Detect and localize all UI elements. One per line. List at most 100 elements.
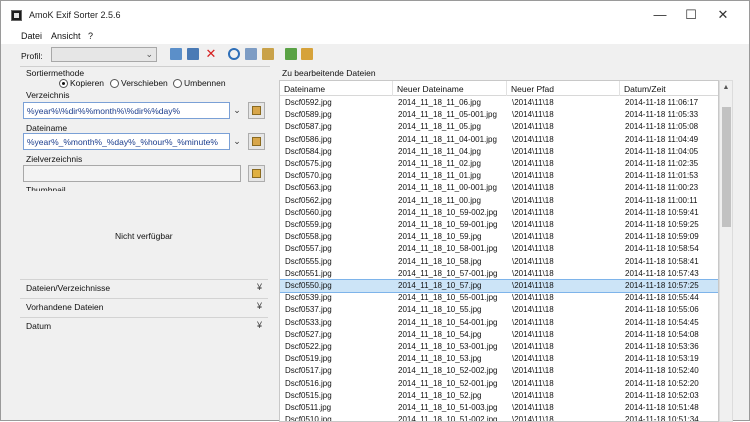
radio-kopieren[interactable]: Kopieren [59, 78, 104, 88]
table-row[interactable]: Dscf0584.jpg 2014_11_18_11_04.jpg \2014\11… [280, 146, 718, 158]
radio-umbennen[interactable]: Umbennen [173, 78, 226, 88]
collapse-existing-files[interactable]: Vorhandene Dateien ¥ [20, 298, 268, 314]
cell-filename: Dscf0575.jpg [285, 159, 332, 168]
table-scrollbar[interactable]: ▲ [719, 80, 733, 422]
cell-new-path: \2014\11\18 [512, 256, 554, 266]
cell-filename: Dscf0551.jpg [285, 268, 332, 278]
table-row[interactable]: Dscf0533.jpg 2014_11_18_10_54-001.jpg \201… [280, 317, 718, 329]
cell-new-filename: 2014_11_18_11_00.jpg [398, 195, 481, 205]
maximize-button[interactable]: ☐ [676, 6, 706, 24]
browse-folder-button[interactable] [248, 165, 265, 182]
table-row[interactable]: Dscf0558.jpg 2014_11_18_10_59.jpg \2014\11… [280, 231, 718, 243]
file-table: Dateiname Neuer Dateiname Neuer Pfad Dat… [279, 80, 719, 422]
directory-input[interactable]: %year%\%dir%%month%\%dir%%day% [23, 102, 230, 119]
cell-new-filename: 2014_11_18_10_54-001.jpg [398, 317, 498, 327]
filename-input[interactable]: %year%_%month%_%day%_%hour%_%minute% [23, 133, 230, 150]
menu-datei[interactable]: Datei [21, 31, 42, 41]
filename-label: Dateiname [26, 123, 68, 133]
folder-view-icon[interactable] [262, 48, 274, 60]
thumbnail-area: Nicht verfügbar [20, 191, 268, 279]
target-input[interactable] [23, 165, 241, 182]
table-row[interactable]: Dscf0537.jpg 2014_11_18_10_55.jpg \2014\11… [280, 304, 718, 316]
scroll-thumb[interactable] [722, 107, 731, 227]
table-row[interactable]: Dscf0516.jpg 2014_11_18_10_52-001.jpg \201… [280, 378, 718, 390]
collapse-files-dirs[interactable]: Dateien/Verzeichnisse ¥ [20, 279, 268, 295]
cell-new-filename: 2014_11_18_10_59-001.jpg [398, 220, 498, 229]
refresh-icon[interactable] [228, 48, 240, 60]
cell-datetime: 2014-11-18 10:54:45 [625, 317, 699, 327]
table-row[interactable]: Dscf0589.jpg 2014_11_18_11_05-001.jpg \201… [280, 109, 718, 121]
table-row[interactable]: Dscf0559.jpg 2014_11_18_10_59-001.jpg \201… [280, 219, 718, 231]
table-row[interactable]: Dscf0563.jpg 2014_11_18_11_00-001.jpg \201… [280, 182, 718, 194]
column-header-new-path[interactable]: Neuer Pfad [507, 81, 620, 96]
cell-new-filename: 2014_11_18_10_52.jpg [398, 390, 482, 400]
table-row[interactable]: Dscf0592.jpg 2014_11_18_11_06.jpg \2014\11… [280, 97, 718, 109]
cell-new-path: \2014\11\18 [512, 268, 554, 278]
table-row[interactable]: Dscf0586.jpg 2014_11_18_11_04-001.jpg \201… [280, 134, 718, 146]
open-folder-icon[interactable] [301, 48, 313, 60]
cell-new-path: \2014\11\18 [512, 281, 554, 290]
cell-filename: Dscf0584.jpg [285, 146, 332, 156]
cell-new-filename: 2014_11_18_11_00-001.jpg [398, 183, 497, 193]
delete-profile-icon[interactable]: ✕ [205, 47, 217, 60]
close-button[interactable]: ✕ [708, 6, 738, 24]
table-row[interactable]: Dscf0519.jpg 2014_11_18_10_53.jpg \2014\11… [280, 353, 718, 365]
profile-select[interactable]: ⌄ [51, 47, 157, 62]
filename-insert-button[interactable] [248, 133, 265, 150]
minimize-button[interactable]: — [645, 6, 675, 24]
cell-filename: Dscf0586.jpg [285, 134, 332, 144]
start-sort-icon[interactable] [285, 48, 297, 60]
table-row[interactable]: Dscf0527.jpg 2014_11_18_10_54.jpg \2014\11… [280, 329, 718, 341]
radio-verschieben[interactable]: Verschieben [110, 78, 168, 88]
cell-datetime: 2014-11-18 10:52:40 [625, 366, 699, 376]
table-row[interactable]: Dscf0539.jpg 2014_11_18_10_55-001.jpg \201… [280, 292, 718, 304]
title-bar: AmoK Exif Sorter 2.5.6 — ☐ ✕ [1, 1, 749, 29]
cell-datetime: 2014-11-18 11:00:11 [625, 195, 698, 205]
menu-help[interactable]: ? [88, 31, 93, 41]
cell-datetime: 2014-11-18 10:58:41 [625, 256, 699, 266]
column-header-new-filename[interactable]: Neuer Dateiname [393, 81, 507, 96]
cell-datetime: 2014-11-18 11:05:33 [625, 110, 699, 120]
table-row[interactable]: Dscf0562.jpg 2014_11_18_11_00.jpg \2014\11… [280, 195, 718, 207]
directory-insert-button[interactable] [248, 102, 265, 119]
cell-filename: Dscf0527.jpg [285, 329, 332, 339]
menu-ansicht[interactable]: Ansicht [51, 31, 81, 41]
column-header-filename[interactable]: Dateiname [280, 81, 393, 96]
table-row[interactable]: Dscf0550.jpg 2014_11_18_10_57.jpg \2014\11… [280, 279, 718, 293]
cell-datetime: 2014-11-18 10:57:43 [625, 268, 699, 278]
table-row[interactable]: Dscf0555.jpg 2014_11_18_10_58.jpg \2014\11… [280, 256, 718, 268]
chevron-down-icon: ⌄ [145, 49, 153, 59]
preview-icon[interactable] [245, 48, 257, 60]
table-row[interactable]: Dscf0517.jpg 2014_11_18_10_52-002.jpg \201… [280, 365, 718, 377]
table-row[interactable]: Dscf0511.jpg 2014_11_18_10_51-003.jpg \201… [280, 402, 718, 414]
scroll-up-icon[interactable]: ▲ [720, 81, 732, 95]
cell-datetime: 2014-11-18 10:54:08 [625, 329, 699, 339]
table-row[interactable]: Dscf0575.jpg 2014_11_18_11_02.jpg \2014\11… [280, 158, 718, 170]
table-row[interactable]: Dscf0560.jpg 2014_11_18_10_59-002.jpg \201… [280, 207, 718, 219]
table-row[interactable]: Dscf0551.jpg 2014_11_18_10_57-001.jpg \201… [280, 268, 718, 280]
collapse-date[interactable]: Datum ¥ [20, 317, 268, 333]
cell-datetime: 2014-11-18 10:59:25 [625, 220, 699, 229]
save-profile-icon[interactable] [170, 48, 182, 60]
cell-new-path: \2014\11\18 [512, 403, 554, 412]
filename-dropdown-icon[interactable]: ⌄ [230, 133, 244, 150]
cell-datetime: 2014-11-18 11:00:23 [625, 183, 699, 193]
table-row[interactable]: Dscf0515.jpg 2014_11_18_10_52.jpg \2014\11… [280, 390, 718, 402]
cell-filename: Dscf0519.jpg [285, 354, 332, 364]
cell-new-filename: 2014_11_18_10_59.jpg [398, 232, 482, 242]
cell-datetime: 2014-11-18 10:55:06 [625, 305, 699, 315]
cell-filename: Dscf0517.jpg [285, 366, 332, 376]
column-header-datetime[interactable]: Datum/Zeit [620, 81, 718, 96]
cell-new-path: \2014\11\18 [512, 122, 554, 132]
cell-new-filename: 2014_11_18_10_54.jpg [398, 329, 482, 339]
table-row[interactable]: Dscf0570.jpg 2014_11_18_11_01.jpg \2014\11… [280, 170, 718, 182]
table-row[interactable]: Dscf0587.jpg 2014_11_18_11_05.jpg \2014\11… [280, 121, 718, 133]
table-row[interactable]: Dscf0522.jpg 2014_11_18_10_53-001.jpg \201… [280, 341, 718, 353]
cell-filename: Dscf0537.jpg [285, 305, 332, 315]
save-as-profile-icon[interactable] [187, 48, 199, 60]
cell-filename: Dscf0557.jpg [285, 244, 332, 254]
cell-new-path: \2014\11\18 [512, 146, 554, 156]
table-row[interactable]: Dscf0557.jpg 2014_11_18_10_58-001.jpg \201… [280, 243, 718, 255]
directory-dropdown-icon[interactable]: ⌄ [230, 102, 244, 119]
cell-new-filename: 2014_11_18_10_57.jpg [398, 281, 482, 290]
